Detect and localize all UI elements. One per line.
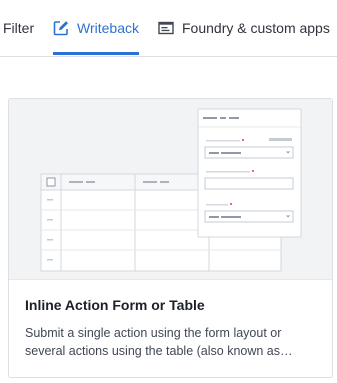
inline-action-illustration <box>40 108 302 272</box>
tab-filter[interactable]: Filter <box>3 0 34 56</box>
card-description: Submit a single action using the form la… <box>25 326 293 358</box>
tab-writeback-label: Writeback <box>77 20 139 36</box>
tab-foundry-custom-apps[interactable]: Foundry & custom apps <box>158 0 330 56</box>
application-icon <box>158 20 174 36</box>
tab-writeback[interactable]: Writeback <box>53 0 139 56</box>
widget-card-inline-action[interactable]: Inline Action Form or Table Submit a sin… <box>8 98 333 378</box>
card-preview-illustration <box>9 99 332 280</box>
edit-icon <box>53 20 69 36</box>
card-title: Inline Action Form or Table <box>25 297 205 313</box>
tab-filter-label: Filter <box>3 20 35 36</box>
tab-bar: Filter Writeback Foundry & custom apps <box>0 0 337 57</box>
tab-foundry-label: Foundry & custom apps <box>182 20 330 36</box>
